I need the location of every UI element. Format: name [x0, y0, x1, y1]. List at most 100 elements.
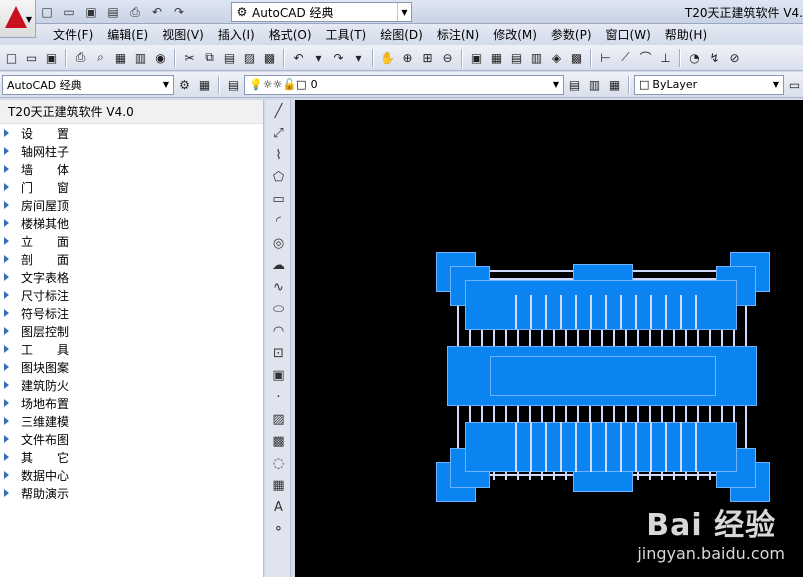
panel-menu-item[interactable]: 文字表格: [0, 268, 263, 286]
menu-item[interactable]: 窗口(W): [599, 26, 658, 43]
layer-manager-icon[interactable]: ▤: [224, 75, 243, 94]
revcloud-icon[interactable]: ☁: [266, 254, 291, 276]
gradient-icon[interactable]: ▩: [266, 430, 291, 452]
table-icon[interactable]: ▦: [266, 474, 291, 496]
design-center-icon[interactable]: ▦: [487, 48, 506, 67]
ellipse-icon[interactable]: ⬭: [266, 298, 291, 320]
ellipse-arc-icon[interactable]: ◠: [266, 320, 291, 342]
print-icon[interactable]: ⎙: [71, 48, 90, 67]
panel-menu-item[interactable]: 门 窗: [0, 178, 263, 196]
publish-icon[interactable]: ▦: [111, 48, 130, 67]
undo-icon[interactable]: ↶: [289, 48, 308, 67]
panel-menu-item[interactable]: 立 面: [0, 232, 263, 250]
open-folder-icon[interactable]: ▭: [60, 3, 78, 21]
add-selected-icon[interactable]: ⚬: [266, 518, 291, 540]
gear-icon[interactable]: ⚙: [175, 75, 194, 94]
panel-menu-item[interactable]: 三维建模: [0, 412, 263, 430]
redo-icon[interactable]: ↷: [170, 3, 188, 21]
panel-menu-item[interactable]: 墙 体: [0, 160, 263, 178]
save-as-icon[interactable]: ▤: [104, 3, 122, 21]
circle-icon[interactable]: ◎: [266, 232, 291, 254]
panel-menu-item[interactable]: 轴网柱子: [0, 142, 263, 160]
panel-menu-item[interactable]: 尺寸标注: [0, 286, 263, 304]
workspace-settings-icon[interactable]: ▦: [195, 75, 214, 94]
layer-previous-icon[interactable]: ▥: [585, 75, 604, 94]
new-file-icon[interactable]: □: [2, 48, 21, 67]
zoom-realtime-icon[interactable]: ⊕: [398, 48, 417, 67]
chevron-down-icon[interactable]: ▾: [349, 48, 368, 67]
hatch-icon[interactable]: ▨: [266, 408, 291, 430]
polygon-icon[interactable]: ⬠: [266, 166, 291, 188]
menu-item[interactable]: 参数(P): [544, 26, 599, 43]
arc-length-icon[interactable]: ⌒: [636, 48, 655, 67]
arc-icon[interactable]: ◜: [266, 210, 291, 232]
menu-item[interactable]: 标注(N): [430, 26, 486, 43]
new-file-icon[interactable]: □: [38, 3, 56, 21]
menu-item[interactable]: 帮助(H): [658, 26, 714, 43]
copy-icon[interactable]: ⧉: [200, 48, 219, 67]
diameter-dimension-icon[interactable]: ⊘: [725, 48, 744, 67]
sheet-set-icon[interactable]: ▥: [527, 48, 546, 67]
application-menu-button[interactable]: ▼: [0, 0, 36, 38]
line-icon[interactable]: ╱: [266, 100, 291, 122]
point-icon[interactable]: ·: [266, 386, 291, 408]
workspace-dropdown[interactable]: AutoCAD 经典 ▼: [2, 74, 174, 95]
workspace-switcher[interactable]: ⚙ AutoCAD 经典 ▼: [231, 2, 412, 22]
undo-icon[interactable]: ↶: [148, 3, 166, 21]
save-icon[interactable]: ▣: [42, 48, 61, 67]
match-properties-icon[interactable]: ▨: [240, 48, 259, 67]
menu-item[interactable]: 工具(T): [319, 26, 374, 43]
menu-item[interactable]: 文件(F): [46, 26, 100, 43]
panel-menu-item[interactable]: 剖 面: [0, 250, 263, 268]
panel-menu-item[interactable]: 房间屋顶: [0, 196, 263, 214]
make-block-icon[interactable]: ▣: [266, 364, 291, 386]
save-icon[interactable]: ▣: [82, 3, 100, 21]
tool-palettes-icon[interactable]: ▤: [507, 48, 526, 67]
panel-menu-item[interactable]: 楼梯其他: [0, 214, 263, 232]
ordinate-dimension-icon[interactable]: ⊥: [656, 48, 675, 67]
aligned-dimension-icon[interactable]: ⟋: [616, 48, 635, 67]
drawing-canvas[interactable]: Bai 经验 jingyan.baidu.com: [295, 100, 803, 577]
3d-dwf-icon[interactable]: ◉: [151, 48, 170, 67]
panel-menu-item[interactable]: 数据中心: [0, 466, 263, 484]
open-folder-icon[interactable]: ▭: [22, 48, 41, 67]
make-current-layer-icon[interactable]: ▤: [565, 75, 584, 94]
zoom-previous-icon[interactable]: ⊖: [438, 48, 457, 67]
markup-icon[interactable]: ◈: [547, 48, 566, 67]
insert-block-icon[interactable]: ⊡: [266, 342, 291, 364]
mtext-icon[interactable]: A: [266, 496, 291, 518]
quickcalc-icon[interactable]: ▩: [567, 48, 586, 67]
spline-icon[interactable]: ∿: [266, 276, 291, 298]
menu-item[interactable]: 编辑(E): [100, 26, 155, 43]
properties-icon[interactable]: ▣: [467, 48, 486, 67]
paste-icon[interactable]: ▤: [220, 48, 239, 67]
region-icon[interactable]: ◌: [266, 452, 291, 474]
menu-item[interactable]: 绘图(D): [373, 26, 430, 43]
menu-item[interactable]: 格式(O): [262, 26, 319, 43]
plot-icon[interactable]: ▥: [131, 48, 150, 67]
panel-menu-item[interactable]: 符号标注: [0, 304, 263, 322]
layer-states-icon[interactable]: ▦: [605, 75, 624, 94]
linetype-dropdown[interactable]: ▭: [785, 75, 803, 94]
linear-dimension-icon[interactable]: ⊢: [596, 48, 615, 67]
pan-icon[interactable]: ✋: [378, 48, 397, 67]
rectangle-icon[interactable]: ▭: [266, 188, 291, 210]
radius-dimension-icon[interactable]: ◔: [685, 48, 704, 67]
panel-menu-item[interactable]: 图块图案: [0, 358, 263, 376]
panel-menu-item[interactable]: 帮助演示: [0, 484, 263, 502]
cut-icon[interactable]: ✂: [180, 48, 199, 67]
block-editor-icon[interactable]: ▩: [260, 48, 279, 67]
panel-menu-item[interactable]: 场地布置: [0, 394, 263, 412]
menu-item[interactable]: 修改(M): [486, 26, 544, 43]
xline-icon[interactable]: ⤢: [266, 122, 291, 144]
panel-menu-item[interactable]: 建筑防火: [0, 376, 263, 394]
panel-menu-item[interactable]: 图层控制: [0, 322, 263, 340]
print-preview-icon[interactable]: ⌕: [91, 48, 110, 67]
zoom-window-icon[interactable]: ⊞: [418, 48, 437, 67]
print-icon[interactable]: ⎙: [126, 3, 144, 21]
panel-menu-item[interactable]: 工 具: [0, 340, 263, 358]
layer-dropdown[interactable]: 💡 ☼ ☼ 🔓 □ 0 ▼: [244, 74, 564, 95]
menu-item[interactable]: 视图(V): [155, 26, 211, 43]
panel-menu-item[interactable]: 设 置: [0, 124, 263, 142]
panel-menu-item[interactable]: 其 它: [0, 448, 263, 466]
